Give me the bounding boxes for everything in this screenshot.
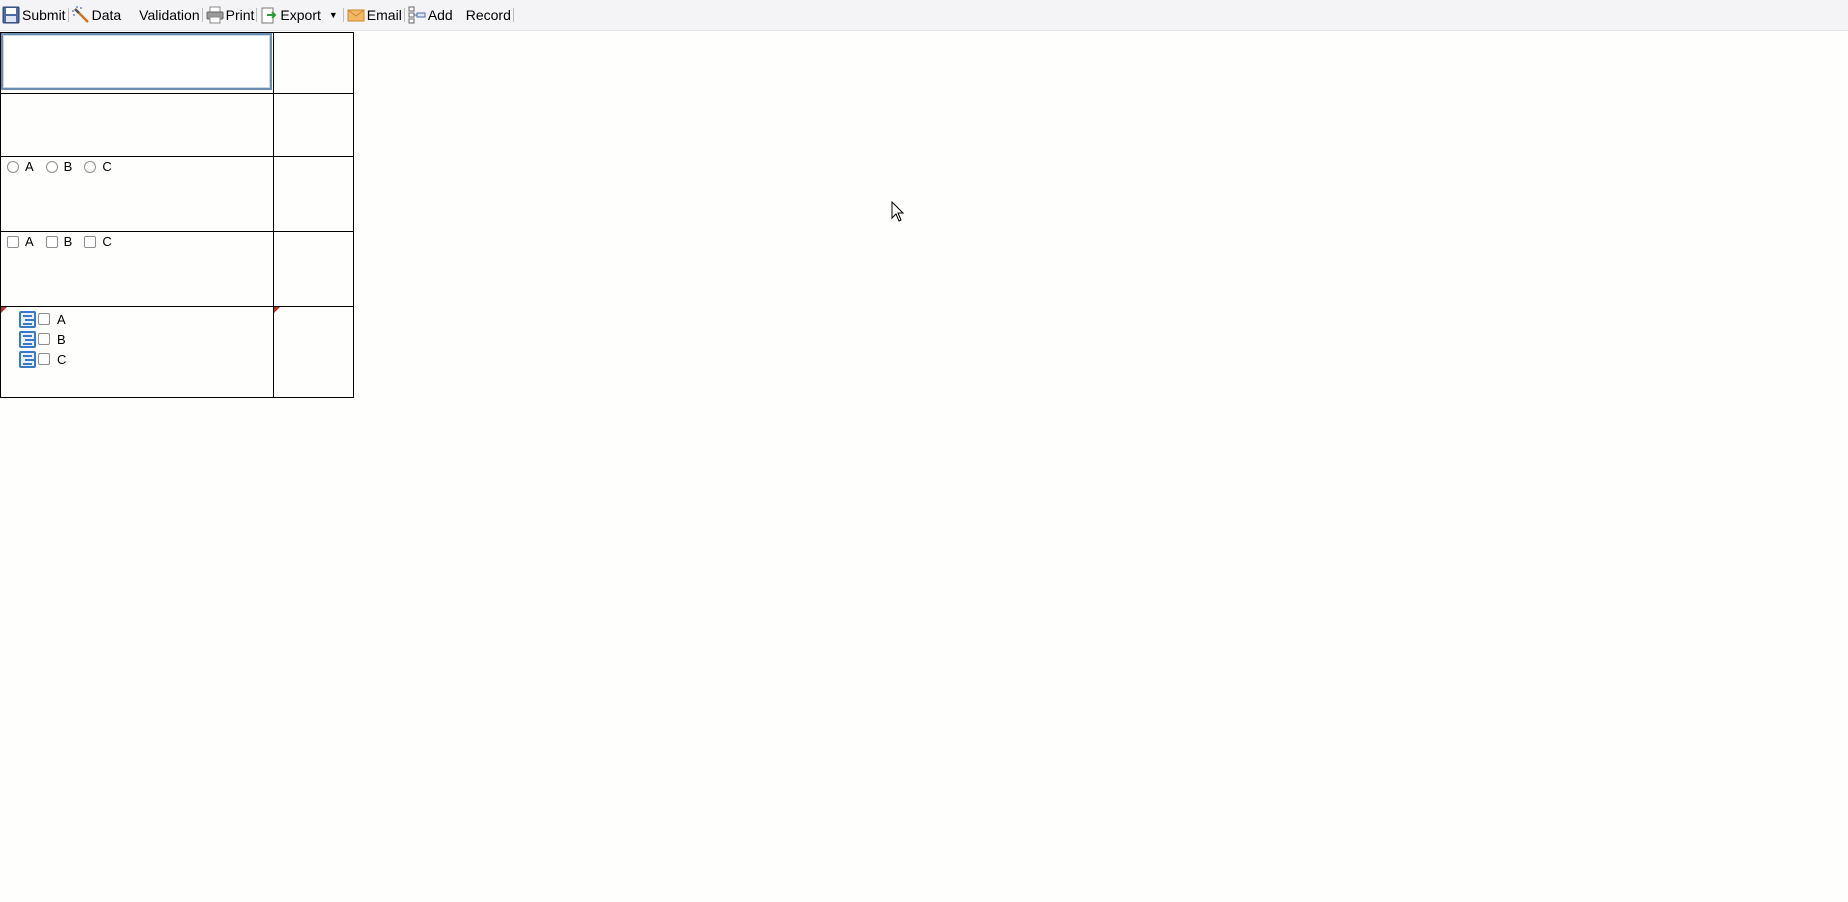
empty-cell: [273, 93, 354, 157]
print-button[interactable]: Print: [204, 3, 256, 27]
checkbox-label: C: [102, 234, 112, 249]
toolbar-separator: [403, 8, 405, 22]
submit-button[interactable]: Submit: [0, 3, 67, 27]
comment-marker-icon: [274, 307, 280, 313]
submit-label: Submit: [22, 7, 66, 23]
toolbar-separator: [67, 8, 69, 22]
table-row: A B C: [0, 306, 354, 398]
mouse-cursor-icon: [891, 200, 905, 226]
print-label: Print: [225, 7, 255, 23]
add-button[interactable]: Add: [406, 3, 454, 27]
tree-item[interactable]: A: [19, 309, 273, 329]
tree-cell: A B C: [0, 306, 274, 398]
empty-cell: [273, 231, 354, 307]
chevron-down-icon[interactable]: ▼: [329, 10, 338, 20]
checkbox-option-c[interactable]: C: [84, 234, 112, 249]
list-node-icon[interactable]: [19, 350, 36, 368]
comment-marker-icon: [1, 307, 7, 313]
checkbox[interactable]: [45, 235, 58, 248]
form-grid: A B C A B C A B C: [0, 32, 354, 398]
table-row: A B C: [0, 231, 354, 307]
list-node-icon[interactable]: [19, 310, 36, 328]
text-cell: [0, 32, 274, 94]
validation-button[interactable]: Validation: [138, 3, 200, 27]
tree-item[interactable]: B: [19, 329, 273, 349]
record-button[interactable]: Record: [465, 3, 512, 27]
radio-button[interactable]: [84, 160, 97, 173]
toolbar: Submit Data Validation Print Export ▼ Em…: [0, 0, 1848, 31]
table-row: [0, 32, 354, 94]
empty-cell: [273, 306, 354, 398]
add-row-icon: [407, 5, 427, 25]
checkbox-label: B: [63, 234, 73, 249]
record-label: Record: [465, 7, 511, 23]
add-label: Add: [427, 7, 453, 23]
empty-cell: [273, 32, 354, 94]
tree-item-label: C: [57, 351, 67, 367]
radio-button[interactable]: [7, 160, 19, 173]
export-button[interactable]: Export ▼: [258, 3, 338, 27]
data-label: Data: [91, 7, 122, 23]
table-row: [0, 93, 354, 157]
text-input[interactable]: [1, 33, 272, 90]
empty-cell[interactable]: [0, 93, 274, 157]
tree-checkbox[interactable]: [38, 333, 50, 345]
checkbox[interactable]: [84, 235, 97, 248]
radio-cell: A B C: [0, 156, 274, 232]
radio-option-a[interactable]: A: [7, 159, 34, 174]
checkbox[interactable]: [7, 235, 19, 248]
export-label: Export: [280, 7, 321, 23]
radio-label: A: [25, 159, 34, 174]
validation-label: Validation: [139, 7, 200, 23]
checkbox-group: A B C: [1, 232, 273, 249]
printer-icon: [205, 5, 225, 25]
toolbar-separator: [342, 8, 344, 22]
magic-wand-icon: [71, 5, 91, 25]
checkbox-option-b[interactable]: B: [45, 234, 73, 249]
tree-item-label: B: [57, 331, 66, 347]
checkbox-option-a[interactable]: A: [7, 234, 34, 249]
checkbox-cell: A B C: [0, 231, 274, 307]
radio-label: C: [102, 159, 112, 174]
radio-group: A B C: [1, 157, 273, 174]
table-row: A B C: [0, 156, 354, 232]
email-label: Email: [366, 7, 402, 23]
tree-checkbox[interactable]: [38, 313, 50, 325]
radio-option-b[interactable]: B: [45, 159, 73, 174]
radio-option-c[interactable]: C: [84, 159, 112, 174]
toolbar-separator: [256, 8, 258, 22]
tree-item[interactable]: C: [19, 349, 273, 369]
floppy-disk-icon: [1, 5, 21, 25]
checkbox-tree: A B C: [1, 307, 273, 369]
toolbar-separator: [512, 8, 514, 22]
toolbar-separator: [201, 8, 203, 22]
tree-item-label: A: [57, 311, 66, 327]
list-node-icon[interactable]: [19, 330, 36, 348]
checkbox-label: A: [25, 234, 34, 249]
data-button[interactable]: Data: [70, 3, 123, 27]
radio-button[interactable]: [45, 160, 58, 173]
empty-cell: [273, 156, 354, 232]
email-button[interactable]: Email: [345, 3, 403, 27]
radio-label: B: [63, 159, 73, 174]
tree-checkbox[interactable]: [38, 353, 50, 365]
envelope-icon: [346, 5, 366, 25]
export-icon: [259, 5, 279, 25]
